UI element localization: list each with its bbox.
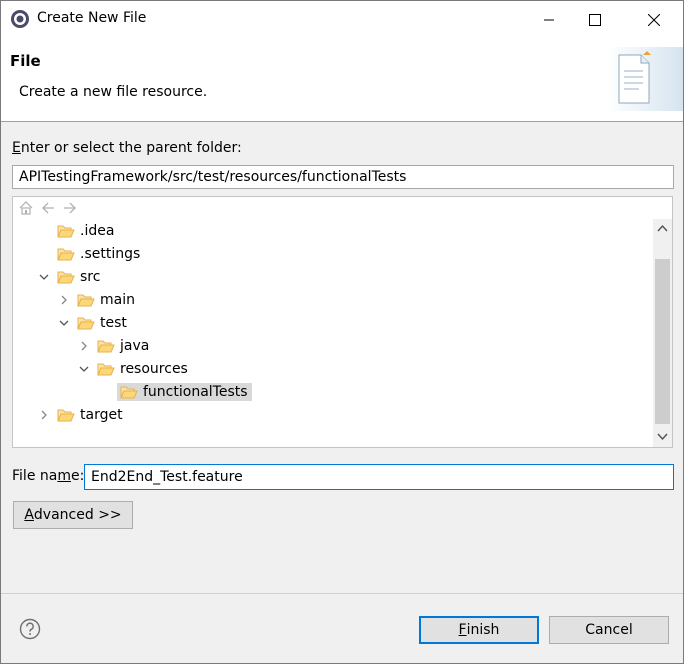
tree-item[interactable]: src [37, 266, 100, 288]
minimize-button[interactable] [526, 1, 572, 39]
folder-open-icon [57, 271, 75, 284]
folder-open-icon [97, 340, 115, 353]
tree-item-content: target [57, 407, 123, 423]
tree-item-content: .idea [57, 223, 114, 239]
minimize-icon [544, 19, 554, 21]
chevron-right-icon[interactable] [57, 293, 71, 307]
scrollbar-thumb[interactable] [655, 259, 670, 424]
tree-item-label: functionalTests [143, 384, 248, 400]
help-icon[interactable] [19, 618, 41, 640]
home-icon[interactable] [18, 200, 34, 216]
tree-item[interactable]: java [77, 335, 149, 357]
tree-item[interactable]: resources [77, 358, 188, 380]
folder-tree[interactable]: .idea .settings src main test java resources fu… [12, 196, 673, 448]
tree-item[interactable]: test [57, 312, 127, 334]
eclipse-app-icon [11, 10, 29, 28]
new-file-wizard-icon [607, 47, 683, 111]
cancel-button[interactable]: Cancel [549, 616, 669, 644]
folder-open-icon [97, 363, 115, 376]
tree-item-label: target [80, 407, 123, 423]
chevron-right-icon[interactable] [37, 408, 51, 422]
tree-item-label: main [100, 292, 135, 308]
file-name-label: File name: [12, 468, 85, 484]
forward-arrow-icon[interactable] [62, 200, 78, 216]
twisty-spacer [37, 224, 51, 238]
tree-item-label: .idea [80, 223, 115, 239]
wizard-header: File Create a new file resource. [1, 39, 683, 122]
footer-separator [1, 593, 683, 594]
chevron-down-icon[interactable] [37, 270, 51, 284]
tree-item-content: .settings [57, 246, 140, 262]
window-title: Create New File [37, 10, 147, 26]
folder-open-icon [77, 294, 95, 307]
back-arrow-icon[interactable] [40, 200, 56, 216]
tree-item-label: java [120, 338, 150, 354]
tree-item-content: functionalTests [117, 383, 252, 401]
title-bar: Create New File [1, 1, 683, 39]
tree-item-label: resources [120, 361, 188, 377]
scroll-down-icon[interactable] [657, 433, 668, 441]
tree-item[interactable]: functionalTests [97, 381, 252, 403]
create-new-file-dialog: Create New File File Create a new file r… [0, 0, 684, 664]
advanced-button[interactable]: Advanced >> [13, 501, 133, 529]
parent-folder-label: Enter or select the parent folder: [12, 140, 242, 156]
finish-button[interactable]: Finish [419, 616, 539, 644]
tree-item-content: src [57, 269, 100, 285]
folder-open-icon [120, 386, 138, 399]
twisty-spacer [37, 247, 51, 261]
folder-open-icon [57, 248, 75, 261]
chevron-down-icon[interactable] [77, 362, 91, 376]
tree-scrollbar[interactable] [653, 219, 672, 447]
maximize-icon [589, 14, 601, 26]
close-icon [648, 14, 660, 26]
folder-open-icon [57, 409, 75, 422]
tree-item-label: .settings [80, 246, 141, 262]
page-description: Create a new file resource. [19, 84, 208, 100]
file-name-input[interactable] [84, 464, 674, 490]
tree-item[interactable]: main [57, 289, 135, 311]
chevron-down-icon[interactable] [57, 316, 71, 330]
tree-item-content: main [77, 292, 135, 308]
tree-item[interactable]: target [37, 404, 123, 426]
tree-item-content: resources [97, 361, 188, 377]
tree-item[interactable]: .idea [37, 220, 114, 242]
tree-item[interactable]: .settings [37, 243, 140, 265]
tree-item-label: src [80, 269, 101, 285]
folder-open-icon [57, 225, 75, 238]
tree-item-content: test [77, 315, 127, 331]
tree-item-label: test [100, 315, 127, 331]
tree-toolbar [13, 197, 672, 219]
twisty-spacer [97, 385, 111, 399]
page-title: File [10, 52, 41, 70]
maximize-button[interactable] [572, 1, 618, 39]
parent-folder-input[interactable] [12, 165, 674, 189]
chevron-right-icon[interactable] [77, 339, 91, 353]
close-button[interactable] [631, 1, 677, 39]
scroll-up-icon[interactable] [657, 224, 668, 232]
folder-open-icon [77, 317, 95, 330]
tree-item-content: java [97, 338, 149, 354]
